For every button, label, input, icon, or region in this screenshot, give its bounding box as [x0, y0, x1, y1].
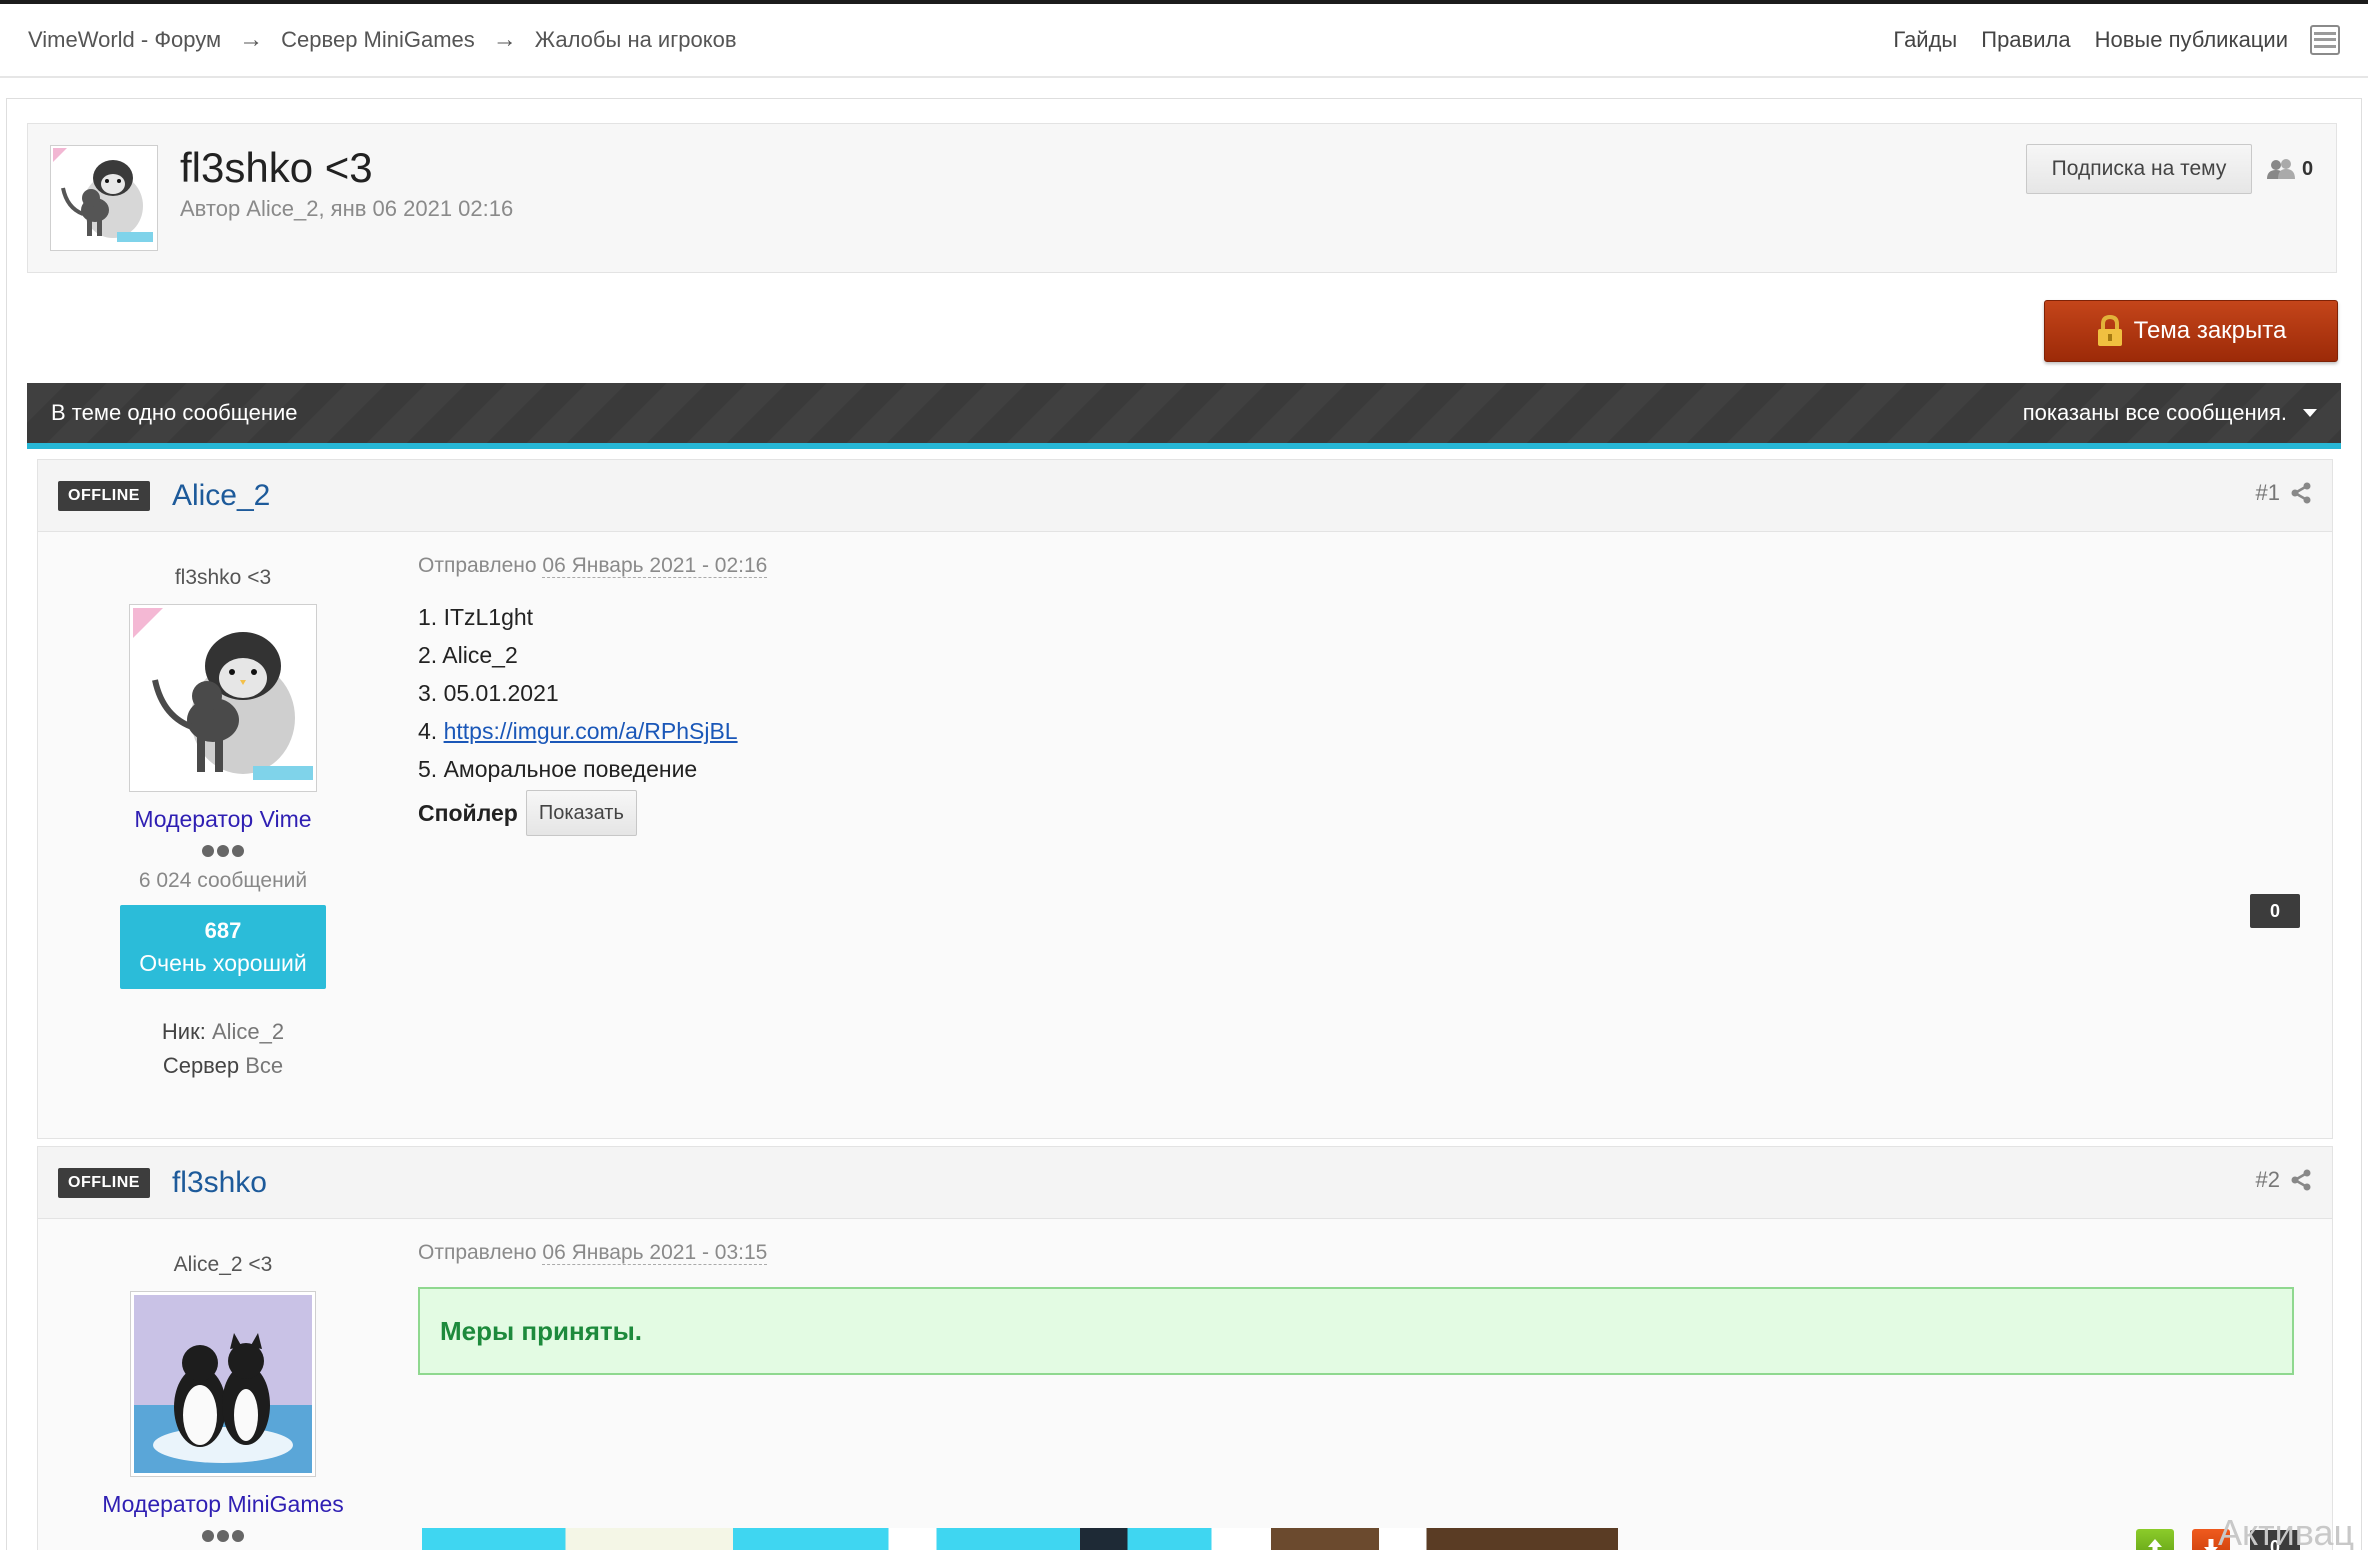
post-date: Отправлено 06 Январь 2021 - 02:16 [418, 554, 2308, 578]
posted-label: Отправлено [418, 1241, 537, 1264]
content-line: 2. Alice_2 [418, 642, 518, 668]
arrow-down-icon [2204, 1539, 2218, 1550]
nav-new-posts-link[interactable]: Новые публикации [2095, 27, 2288, 53]
post-number-label: #2 [2255, 1167, 2280, 1192]
member-post-count: 6 024 сообщений [138, 869, 308, 892]
breadcrumb-separator: → [492, 26, 517, 53]
author-info: Alice_2 <3 Модератор MiniGames [38, 1219, 408, 1542]
post-reputation-count: 0 [2250, 894, 2300, 928]
author-info: fl3shko <3 Модератор Vime 6 024 сообщени… [38, 532, 408, 1079]
followers-icon [2267, 159, 2295, 179]
offline-badge: OFFLINE [58, 480, 150, 511]
top-navigation-bar: VimeWorld - Форум → Сервер MiniGames → Ж… [0, 4, 2368, 78]
member-group[interactable]: Модератор Vime [38, 806, 408, 833]
chevron-down-icon [2303, 409, 2317, 417]
reputation-badge: 687 Очень хороший [120, 905, 326, 989]
post-1: OFFLINE Alice_2 #1 fl3shko <3 Модератор … [37, 459, 2333, 1139]
nav-rules-link[interactable]: Правила [1981, 27, 2070, 53]
post-number[interactable]: #2 [2256, 1167, 2312, 1193]
spoiler-show-button[interactable]: Показать [525, 790, 637, 836]
post-header: OFFLINE fl3shko #2 [38, 1147, 2332, 1219]
topic-author-avatar[interactable] [50, 145, 158, 251]
post-body: Отправлено 06 Январь 2021 - 02:16 1. ITz… [418, 532, 2308, 836]
post-author-link[interactable]: Alice_2 [172, 479, 270, 513]
author-avatar[interactable] [129, 604, 317, 792]
post-body: Отправлено 06 Январь 2021 - 03:15 Меры п… [418, 1219, 2308, 1375]
post-content: 1. ITzL1ght 2. Alice_2 3. 05.01.2021 4. … [418, 598, 2308, 836]
member-group[interactable]: Модератор MiniGames [38, 1491, 408, 1518]
topic-meta: Автор Alice_2, янв 06 2021 02:16 [180, 196, 514, 221]
attachment-preview-strip [422, 1528, 1618, 1550]
moderation-notice: Меры приняты. [418, 1287, 2294, 1375]
page-container: fl3shko <3 Автор Alice_2, янв 06 2021 02… [6, 98, 2362, 1550]
lock-icon [2097, 315, 2122, 346]
list-menu-icon[interactable] [2310, 25, 2340, 55]
breadcrumb-player-complaints[interactable]: Жалобы на игроков [535, 27, 737, 53]
posted-date: 06 Январь 2021 - 02:16 [542, 554, 768, 578]
posted-label: Отправлено [418, 554, 537, 577]
arrow-up-icon [2148, 1539, 2162, 1550]
content-line: 5. Аморальное поведение [418, 756, 698, 782]
member-title: Alice_2 <3 [173, 1253, 273, 1276]
os-activation-watermark: Активац [2218, 1512, 2355, 1550]
spoiler: Спойлер Показать [418, 790, 2308, 836]
show-posts-filter[interactable]: показаны все сообщения. [2023, 400, 2317, 426]
followers-count[interactable]: 0 [2266, 157, 2313, 181]
topic-title: fl3shko <3 [180, 144, 373, 191]
topic-post-count-text: В теме одно сообщение [51, 400, 298, 425]
reputation-value: 687 [204, 917, 242, 943]
topic-closed-label: Тема закрыта [2133, 317, 2287, 344]
nick-label: Ник: [161, 1019, 206, 1044]
post-number-label: #1 [2255, 480, 2280, 505]
follow-topic-button[interactable]: Подписка на тему [2026, 144, 2252, 194]
breadcrumb-minigames-server[interactable]: Сервер MiniGames [281, 27, 475, 53]
post-2: OFFLINE fl3shko #2 Alice_2 <3 Модератор … [37, 1146, 2333, 1550]
post-number[interactable]: #1 [2256, 480, 2312, 506]
vote-up-button[interactable] [2136, 1529, 2174, 1550]
topic-summary-bar: В теме одно сообщение показаны все сообщ… [27, 383, 2341, 449]
reputation-label: Очень хороший [139, 949, 307, 976]
post-author-link[interactable]: fl3shko [172, 1166, 267, 1200]
nick-field: Ник: Alice_2 [38, 1019, 408, 1045]
post-date: Отправлено 06 Январь 2021 - 03:15 [418, 1241, 2308, 1265]
imgur-link[interactable]: https://imgur.com/a/RPhSjBL [444, 718, 738, 744]
content-line: 3. 05.01.2021 [418, 680, 559, 706]
show-posts-filter-label: показаны все сообщения. [2022, 400, 2287, 425]
author-avatar[interactable] [130, 1291, 316, 1477]
header-links: Гайды Правила Новые публикации [1869, 25, 2340, 55]
member-title: fl3shko <3 [174, 566, 272, 589]
posted-date: 06 Январь 2021 - 03:15 [542, 1241, 768, 1265]
breadcrumb-forum-home[interactable]: VimeWorld - Форум [28, 27, 221, 53]
breadcrumb: VimeWorld - Форум → Сервер MiniGames → Ж… [28, 26, 737, 54]
server-field: Сервер Все [38, 1053, 408, 1079]
followers-count-value: 0 [2302, 157, 2314, 180]
link-prefix: 4. [418, 718, 444, 744]
spoiler-label: Спойлер [418, 800, 518, 826]
rank-pips [38, 845, 408, 857]
nav-guides-link[interactable]: Гайды [1893, 27, 1957, 53]
breadcrumb-separator: → [239, 26, 264, 53]
nick-value: Alice_2 [211, 1019, 285, 1044]
share-icon[interactable] [2290, 482, 2312, 504]
server-value: Все [245, 1053, 284, 1078]
share-icon[interactable] [2290, 1169, 2312, 1191]
topic-header: fl3shko <3 Автор Alice_2, янв 06 2021 02… [27, 123, 2337, 273]
topic-closed-button[interactable]: Тема закрыта [2044, 300, 2338, 362]
offline-badge: OFFLINE [58, 1167, 150, 1198]
server-label: Сервер [162, 1053, 240, 1078]
rank-pips [38, 1530, 408, 1542]
content-line: 1. ITzL1ght [418, 604, 534, 630]
content-line: 4. https://imgur.com/a/RPhSjBL [418, 712, 2308, 750]
post-header: OFFLINE Alice_2 #1 [38, 460, 2332, 532]
